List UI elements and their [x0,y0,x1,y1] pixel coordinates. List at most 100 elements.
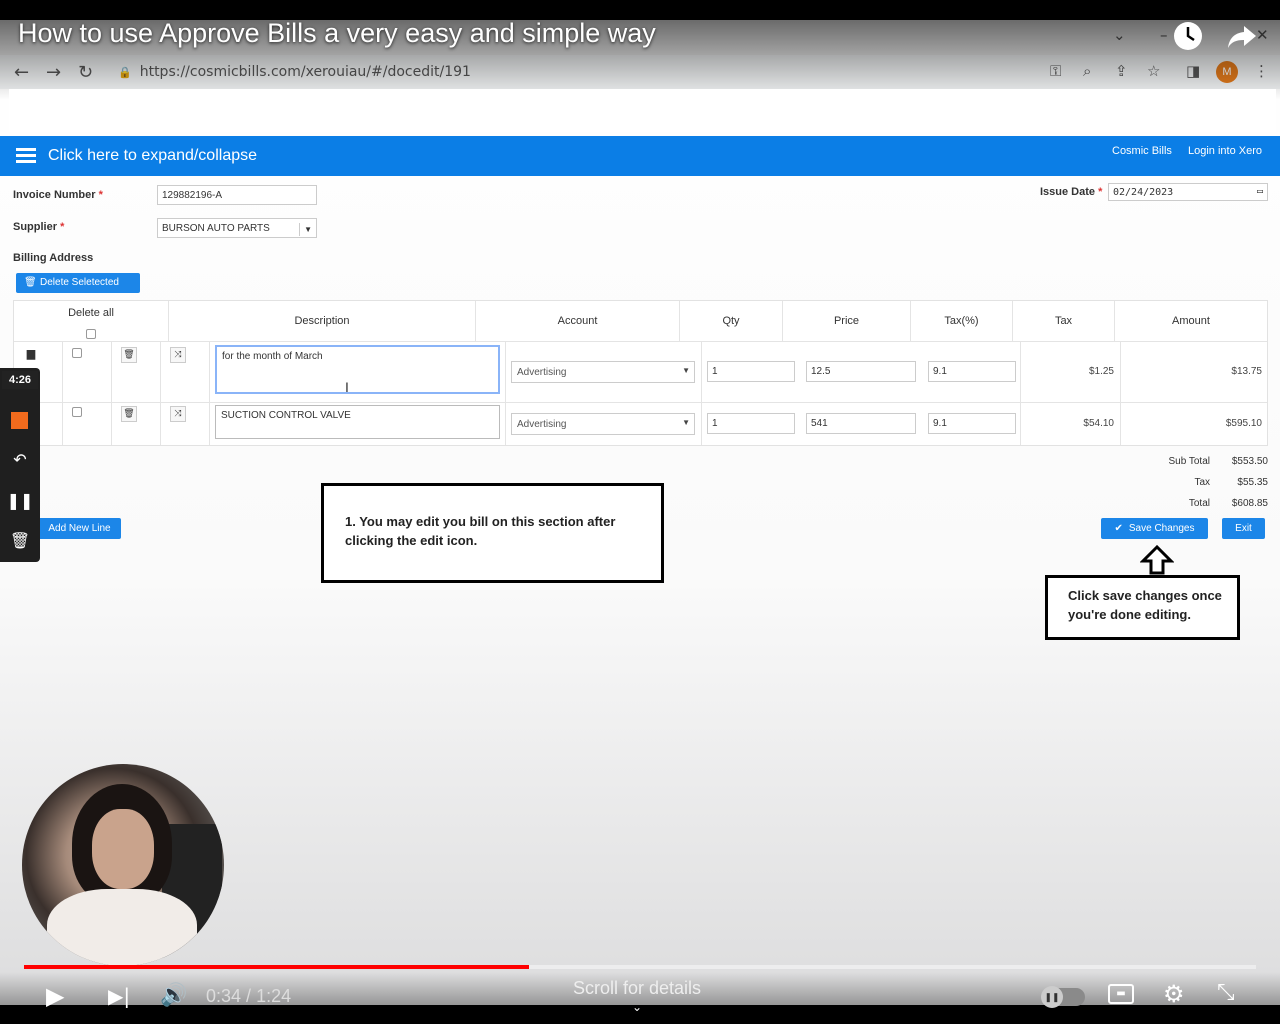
pause-record-icon[interactable]: ❚❚ [0,491,40,510]
col-tax-pct: Tax(%) [911,301,1013,341]
row-amount-value: $595.10 [1225,418,1262,429]
reload-icon[interactable]: ↻ [78,62,93,83]
text-cursor-icon: I [345,379,349,395]
settings-icon[interactable]: ⚙ [1163,980,1185,1008]
forward-icon[interactable]: → [46,62,61,83]
chevron-down-icon: ▼ [299,223,312,236]
edit-instruction-callout: 1. You may edit you bill on this section… [321,483,664,583]
column-divider [1120,341,1121,445]
url-text: https://cosmicbills.com/xerouiau/#/doced… [139,64,471,80]
sidepanel-icon[interactable]: ◨ [1186,62,1200,80]
calendar-icon[interactable]: ▭ [1257,185,1263,198]
scroll-for-details[interactable]: Scroll for details [573,978,701,999]
save-changes-button[interactable]: ✔ Save Changes [1101,518,1208,539]
col-account: Account [476,301,680,341]
progress-fill [24,965,530,969]
column-divider [111,341,112,445]
column-divider [62,341,63,445]
autoplay-toggle[interactable]: ❚❚ [1041,986,1085,1008]
url-bar[interactable]: 🔒 https://cosmicbills.com/xerouiau/#/doce… [118,61,1018,83]
column-divider [1020,341,1021,445]
qty-input[interactable]: 1 [707,413,795,434]
subtotal-value: $553.50 [1231,456,1268,467]
recorder-timer: 4:26 [2,371,38,389]
issue-date-input[interactable]: 02/24/2023 ▭ [1108,183,1268,201]
page-notice-bar [9,89,1276,132]
total-value: $608.85 [1231,498,1268,509]
shuffle-icon[interactable]: ⤨ [170,406,186,422]
play-icon[interactable]: ▶ [46,982,64,1010]
col-description: Description [169,301,476,341]
star-icon[interactable]: ☆ [1147,62,1160,80]
profile-avatar[interactable]: M [1216,61,1238,83]
video-title[interactable]: How to use Approve Bills a very easy and… [18,18,656,49]
edit-icon[interactable]: ▆ [23,347,39,363]
column-divider [505,341,506,445]
time-display: 0:34 / 1:24 [206,986,292,1006]
shuffle-icon[interactable]: ⤨ [170,347,186,363]
account-select[interactable]: Advertising ▼ [511,361,695,383]
menu-dots-icon[interactable]: ⋮ [1254,62,1269,80]
key-icon[interactable]: ⚿ [1050,62,1061,80]
invoice-number-label: Invoice Number * [13,189,103,201]
description-textarea[interactable]: for the month of March [215,345,500,394]
col-amount: Amount [1172,315,1210,327]
exit-button[interactable]: Exit [1222,518,1265,539]
cosmic-bills-link[interactable]: Cosmic Bills [1112,145,1172,157]
delete-all-checkbox[interactable] [86,329,96,339]
progress-bar[interactable] [24,965,1256,969]
discard-icon[interactable]: 🗑 [0,531,40,550]
description-textarea[interactable]: SUCTION CONTROL VALVE [215,405,500,439]
qty-input[interactable]: 1 [707,361,795,382]
next-icon[interactable]: ▶| [108,984,130,1008]
row-checkbox[interactable] [72,348,82,358]
row-amount-value: $13.75 [1231,366,1262,377]
col-tax: Tax [1013,301,1115,341]
undo-icon[interactable]: ↶ [0,450,40,469]
col-price: Price [783,301,911,341]
tax-pct-input[interactable]: 9.1 [928,413,1016,434]
price-input[interactable]: 541 [806,413,916,434]
login-xero-link[interactable]: Login into Xero [1188,145,1262,157]
supplier-select[interactable]: BURSON AUTO PARTS ▼ [157,218,317,238]
invoice-number-input[interactable]: 129882196-A [157,185,317,205]
chevron-down-icon[interactable]: ⌄ [632,1000,642,1014]
column-divider [209,341,210,445]
subtitles-icon[interactable]: ▬ [1108,984,1134,1004]
minimize-icon[interactable]: – [1160,26,1168,44]
save-instruction-callout: Click save changes once you're done edit… [1045,575,1240,640]
exit-fullscreen-icon[interactable]: ⤡ [1217,980,1235,1005]
hamburger-icon[interactable] [16,148,36,164]
row-checkbox[interactable] [72,407,82,417]
share-icon[interactable]: ⇪ [1115,62,1128,80]
volume-icon[interactable]: 🔊 [160,983,187,1008]
tab-search-icon[interactable]: ⌄ [1113,26,1126,44]
chevron-down-icon: ▼ [682,366,690,375]
back-icon[interactable]: ← [14,62,29,83]
watch-later-icon[interactable] [1172,20,1204,52]
delete-selected-button[interactable]: 🗑 Delete Seletected [16,273,140,293]
chevron-down-icon: ▼ [682,418,690,427]
subtotal-label: Sub Total [1168,456,1210,467]
lock-icon: 🔒 [118,66,132,79]
col-qty: Qty [680,301,783,341]
tax-pct-input[interactable]: 9.1 [928,361,1016,382]
expand-collapse-link[interactable]: Click here to expand/collapse [48,147,257,165]
delete-row-icon[interactable]: 🗑 [121,347,137,363]
webcam-overlay [22,764,224,966]
add-new-line-button[interactable]: Add New Line [28,518,121,539]
stop-record-icon[interactable] [11,412,28,429]
share-video-icon[interactable] [1226,20,1258,52]
billing-address-label: Billing Address [13,252,94,264]
trash-icon: 🗑 [24,277,37,288]
price-input[interactable]: 12.5 [806,361,916,382]
zoom-icon[interactable]: ⌕ [1083,62,1091,80]
total-label: Total [1188,498,1210,509]
row-tax-value: $1.25 [1088,366,1114,377]
delete-row-icon[interactable]: 🗑 [121,406,137,422]
column-divider [701,341,702,445]
account-select[interactable]: Advertising ▼ [511,413,695,435]
tax-total-value: $55.35 [1237,477,1268,488]
check-icon: ✔ [1114,523,1123,534]
column-divider [160,341,161,445]
